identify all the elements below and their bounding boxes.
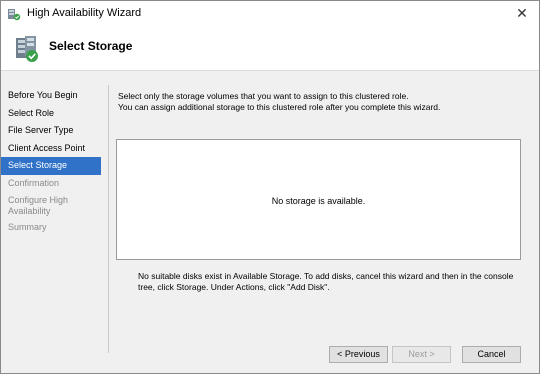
no-disks-note: No suitable disks exist in Available Sto… (138, 271, 514, 292)
nav-step-file-server-type[interactable]: File Server Type (1, 122, 101, 140)
cluster-wizard-icon (16, 36, 38, 62)
nav-step-client-access-point[interactable]: Client Access Point (1, 140, 101, 158)
nav-step-before-you-begin[interactable]: Before You Begin (1, 87, 101, 105)
instructions: Select only the storage volumes that you… (118, 91, 440, 112)
wizard-steps-nav: Before You Begin Select Role File Server… (1, 87, 101, 237)
window-title: High Availability Wizard (27, 7, 142, 19)
nav-step-confirmation: Confirmation (8, 177, 60, 188)
previous-button[interactable]: < Previous (329, 346, 388, 363)
wizard-window: High Availability Wizard ✕ Select Storag… (0, 0, 540, 374)
instruction-line-1: Select only the storage volumes that you… (118, 91, 409, 101)
nav-step-configure-high-availability: Configure High Availability (8, 195, 69, 216)
close-icon: ✕ (516, 5, 528, 21)
nav-step-select-storage[interactable]: Select Storage (1, 157, 101, 175)
title-bar[interactable]: High Availability Wizard ✕ (1, 1, 539, 27)
storage-list[interactable]: No storage is available. (116, 139, 521, 260)
empty-storage-message: No storage is available. (271, 196, 366, 206)
instruction-line-2: You can assign additional storage to thi… (118, 101, 441, 112)
next-button[interactable]: Next > (392, 346, 451, 363)
nav-step-summary: Summary (8, 222, 47, 232)
wizard-app-icon (8, 9, 21, 21)
page-title: Select Storage (49, 39, 133, 53)
close-button[interactable]: ✕ (505, 1, 539, 27)
nav-divider (108, 85, 109, 353)
wizard-header: Select Storage (1, 27, 539, 71)
cancel-button[interactable]: Cancel (462, 346, 521, 363)
nav-step-select-role[interactable]: Select Role (1, 105, 101, 123)
